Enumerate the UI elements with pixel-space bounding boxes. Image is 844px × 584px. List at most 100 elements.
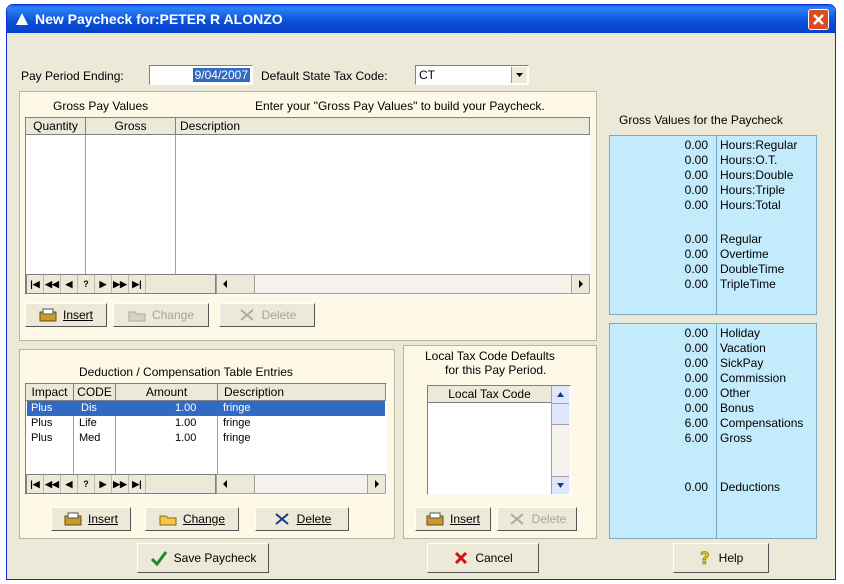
scroll-left-icon[interactable] [217, 275, 235, 293]
save-paycheck-label: Save Paycheck [173, 551, 257, 565]
folder-icon [159, 515, 177, 526]
local-tax-grid[interactable]: Local Tax Code [427, 385, 571, 495]
gross-change-button[interactable]: Change [113, 303, 209, 327]
column-header-amount[interactable]: Amount [116, 384, 218, 401]
gross-value-row: 0.00 Hours:O.T. [610, 153, 816, 168]
nav-next-page-button[interactable]: ▶▶ [112, 275, 129, 293]
state-tax-select[interactable]: CT [415, 65, 529, 85]
label: Other [720, 386, 751, 400]
nav-first-button[interactable]: |◀ [27, 275, 44, 293]
question-icon: ? [699, 549, 710, 567]
gross-value-row: 0.00 Hours:Double [610, 168, 816, 183]
value: 0.00 [684, 326, 708, 340]
scroll-down-icon[interactable] [552, 476, 569, 494]
gross-value-row: 0.00 Hours:Total [610, 198, 816, 213]
table-row[interactable]: Plus Life 1.00 fringe [27, 416, 385, 431]
table-row[interactable]: Plus Med 1.00 fringe [27, 431, 385, 446]
nav-prev-button[interactable]: ◀ [61, 275, 78, 293]
deduction-change-button[interactable]: Change [145, 507, 239, 531]
cell-code: Med [79, 432, 101, 444]
value: 0.00 [684, 401, 708, 415]
scroll-thumb[interactable] [234, 475, 255, 493]
dropdown-arrow-icon[interactable] [511, 67, 527, 83]
insert-icon [39, 308, 57, 322]
cancel-label: Cancel [475, 551, 513, 565]
gross-value-row: 0.00 Hours:Triple [610, 183, 816, 198]
checkmark-icon [150, 551, 167, 566]
column-header-gross[interactable]: Gross [86, 118, 176, 135]
close-button[interactable] [808, 9, 829, 30]
scroll-right-icon[interactable] [367, 475, 385, 493]
label: Hours:Regular [720, 138, 798, 152]
nav-spacer [146, 275, 204, 293]
nav-prev-button[interactable]: ◀ [61, 475, 78, 493]
deduction-insert-button[interactable]: Insert [51, 507, 131, 531]
svg-text:?: ? [700, 549, 710, 567]
nav-next-page-button[interactable]: ▶▶ [112, 475, 129, 493]
column-header-local-tax-code[interactable]: Local Tax Code [428, 386, 552, 403]
scissors-icon [240, 309, 254, 321]
gross-delete-button[interactable]: Delete [219, 303, 315, 327]
deduction-insert-label: Insert [87, 512, 118, 526]
save-paycheck-button[interactable]: Save Paycheck [137, 543, 269, 573]
local-tax-delete-label: Delete [531, 512, 567, 526]
gross-values-lower-box: 0.00 Holiday 0.00 Vacation 0.00 SickPay 0.0… [609, 323, 817, 539]
title-bar[interactable]: New Paycheck for:PETER R ALONZO [7, 5, 835, 33]
table-row[interactable]: Plus Dis 1.00 fringe [27, 401, 385, 416]
nav-prev-page-button[interactable]: ◀◀ [44, 475, 61, 493]
horizontal-scrollbar[interactable] [216, 274, 590, 294]
cell-code: Dis [81, 402, 97, 414]
nav-help-button[interactable]: ? [78, 275, 95, 293]
gross-pay-navigator: |◀ ◀◀ ◀ ? ▶ ▶▶ ▶| [26, 274, 216, 294]
vertical-scrollbar[interactable] [551, 386, 570, 494]
value: 0.00 [684, 168, 708, 182]
gross-insert-button[interactable]: Insert [25, 303, 107, 327]
column-header-code[interactable]: CODE [74, 384, 116, 401]
label: Hours:Double [720, 168, 794, 182]
nav-prev-page-button[interactable]: ◀◀ [44, 275, 61, 293]
gross-value-row: 0.00 Hours:Regular [610, 138, 816, 153]
nav-spacer [146, 475, 204, 493]
value: 6.00 [684, 416, 708, 430]
column-header-quantity[interactable]: Quantity [26, 118, 86, 135]
gross-values-title: Gross Values for the Paycheck [619, 113, 783, 127]
local-tax-insert-button[interactable]: Insert [415, 507, 491, 531]
nav-first-button[interactable]: |◀ [27, 475, 44, 493]
column-header-description[interactable]: Description [218, 384, 386, 401]
local-tax-delete-button[interactable]: Delete [497, 507, 577, 531]
deduction-grid[interactable]: Impact CODE Amount Description Plus Dis … [25, 383, 387, 495]
label: Gross [720, 431, 753, 445]
nav-last-button[interactable]: ▶| [129, 275, 146, 293]
deduction-delete-button[interactable]: Delete [255, 507, 349, 531]
cross-icon [455, 551, 468, 565]
scissors-icon [275, 513, 289, 525]
app-icon [16, 13, 28, 25]
pay-period-field[interactable]: 9/04/2007 [149, 65, 253, 85]
column-divider [85, 135, 86, 275]
gross-pay-title: Gross Pay Values [53, 99, 149, 113]
deduction-navigator: |◀ ◀◀ ◀ ? ▶ ▶▶ ▶| [26, 474, 216, 494]
scroll-left-icon[interactable] [217, 475, 235, 493]
gross-value-row: 0.00 Regular [610, 232, 816, 247]
gross-values-upper-box: 0.00 Hours:Regular 0.00 Hours:O.T. 0.00 Hou… [609, 135, 817, 315]
horizontal-scrollbar[interactable] [216, 474, 386, 494]
gross-pay-grid[interactable]: Quantity Gross Description |◀ ◀◀ ◀ ? ▶ ▶… [25, 117, 591, 295]
column-divider [175, 135, 176, 275]
gross-value-row: 0.00 Holiday [610, 326, 816, 341]
nav-help-button[interactable]: ? [78, 475, 95, 493]
column-header-impact[interactable]: Impact [26, 384, 74, 401]
scroll-thumb[interactable] [552, 404, 569, 425]
help-button[interactable]: ? Help [673, 543, 769, 573]
scroll-up-icon[interactable] [552, 386, 569, 404]
paycheck-window: New Paycheck for:PETER R ALONZO Pay Peri… [6, 4, 836, 580]
nav-last-button[interactable]: ▶| [129, 475, 146, 493]
gross-value-row: 0.00 DoubleTime [610, 262, 816, 277]
gross-value-row: 6.00 Compensations [610, 416, 816, 431]
scroll-thumb[interactable] [234, 275, 255, 293]
cancel-button[interactable]: Cancel [427, 543, 539, 573]
nav-next-button[interactable]: ▶ [95, 475, 112, 493]
scroll-right-icon[interactable] [571, 275, 589, 293]
column-header-description[interactable]: Description [176, 118, 590, 135]
gross-value-row: 0.00 Bonus [610, 401, 816, 416]
nav-next-button[interactable]: ▶ [95, 275, 112, 293]
